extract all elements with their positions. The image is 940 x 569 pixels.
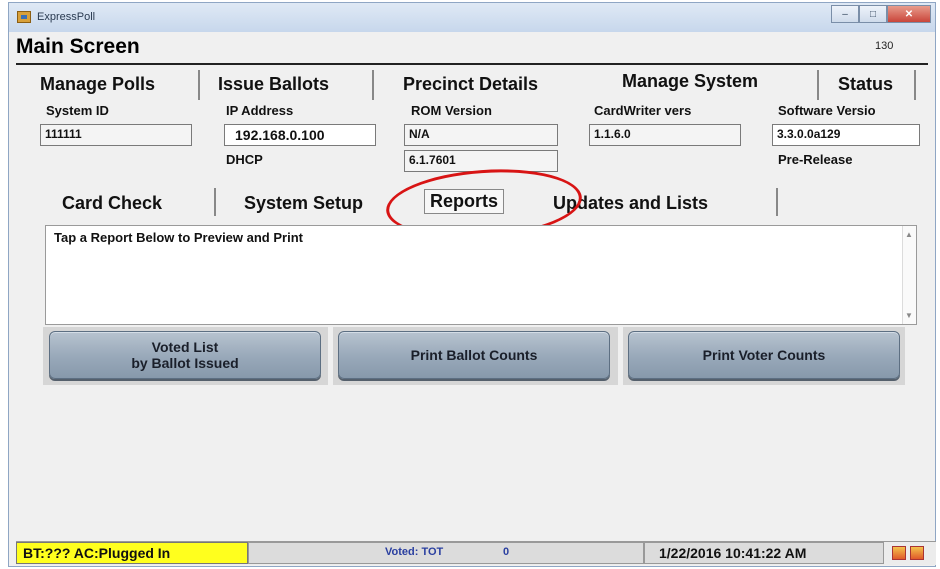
tab-separator	[198, 70, 200, 100]
report-preview-area[interactable]: Tap a Report Below to Preview and Print …	[45, 225, 917, 325]
report-instructions: Tap a Report Below to Preview and Print	[54, 230, 303, 245]
scroll-up-icon[interactable]: ▲	[905, 230, 913, 239]
software-version-field: 3.3.0.0a129	[772, 124, 920, 146]
vertical-scrollbar[interactable]: ▲ ▼	[902, 226, 916, 324]
app-icon	[17, 11, 31, 23]
minimize-button[interactable]: –	[831, 5, 859, 23]
screen-title: Main Screen	[16, 35, 140, 58]
print-voter-counts-button[interactable]: Print Voter Counts	[628, 331, 900, 379]
voted-count: 0	[503, 546, 510, 558]
print-ballot-counts-button[interactable]: Print Ballot Counts	[338, 331, 610, 379]
rom-version-label: ROM Version	[411, 103, 492, 118]
network-icon	[892, 546, 906, 560]
tab-card-check[interactable]: Card Check	[62, 193, 162, 214]
voted-list-label: Voted List by Ballot Issued	[131, 339, 238, 371]
maximize-button[interactable]: □	[859, 5, 887, 23]
window-title: ExpressPoll	[37, 11, 96, 23]
voted-label: Voted: TOT	[385, 546, 444, 558]
dhcp-label: DHCP	[226, 152, 263, 167]
tab-separator	[776, 188, 778, 216]
tab-status[interactable]: Status	[838, 74, 893, 95]
cardwriter-label: CardWriter vers	[594, 103, 692, 118]
screen-number: 130	[875, 40, 894, 52]
release-label: Pre-Release	[778, 152, 853, 167]
tab-separator	[214, 188, 216, 216]
close-button[interactable]: ✕	[887, 5, 931, 23]
voted-list-label-line2: by Ballot Issued	[131, 355, 239, 371]
tab-manage-polls[interactable]: Manage Polls	[40, 74, 155, 95]
system-id-field: 111111	[40, 124, 192, 146]
tab-precinct-details[interactable]: Precinct Details	[403, 74, 538, 95]
ip-address-field: 192.168.0.100	[224, 124, 376, 146]
datetime-display: 1/22/2016 10:41:22 AM	[644, 542, 884, 564]
tab-system-setup[interactable]: System Setup	[244, 193, 363, 214]
software-version-label: Software Versio	[778, 103, 876, 118]
voted-panel	[248, 542, 644, 564]
power-status: BT:??? AC:Plugged In	[16, 542, 248, 564]
cardwriter-field: 1.1.6.0	[589, 124, 741, 146]
rom-version-field: N/A	[404, 124, 558, 146]
voted-list-label-line1: Voted List	[151, 339, 219, 355]
system-id-label: System ID	[46, 103, 109, 118]
tab-manage-system[interactable]: Manage System	[622, 71, 758, 92]
window-controls: – □ ✕	[831, 5, 931, 23]
battery-icon	[910, 546, 924, 560]
voted-list-button[interactable]: Voted List by Ballot Issued	[49, 331, 321, 379]
title-divider	[16, 63, 928, 65]
tab-separator	[817, 70, 819, 100]
tab-separator	[372, 70, 374, 100]
tab-separator	[914, 70, 916, 100]
os-version-field: 6.1.7601	[404, 150, 558, 172]
tray-icons	[892, 546, 932, 562]
ip-address-label: IP Address	[226, 103, 294, 118]
tab-issue-ballots[interactable]: Issue Ballots	[218, 74, 329, 95]
scroll-down-icon[interactable]: ▼	[905, 311, 913, 320]
window-titlebar: ExpressPoll – □ ✕	[8, 2, 936, 32]
